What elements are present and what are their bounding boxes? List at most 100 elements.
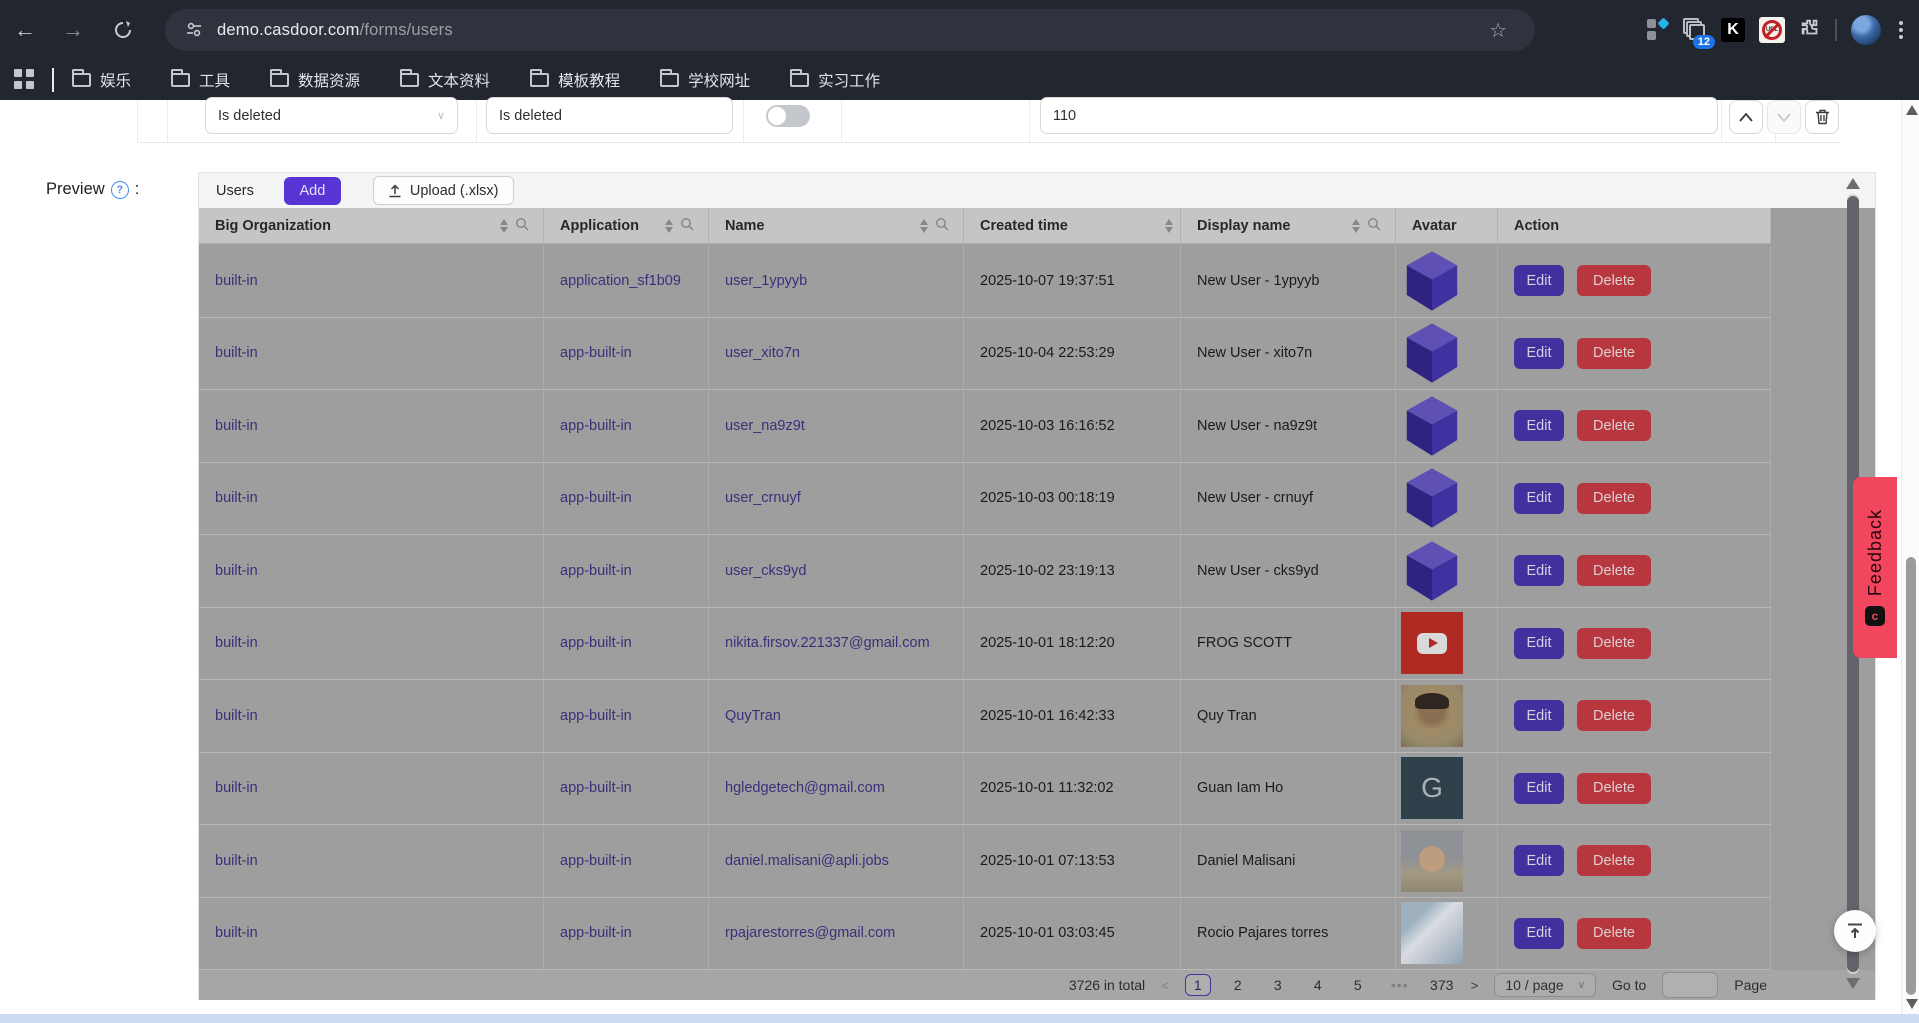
delete-button[interactable]: Delete <box>1577 265 1651 296</box>
prev-page-icon[interactable]: < <box>1161 978 1169 993</box>
edit-button[interactable]: Edit <box>1514 555 1564 586</box>
search-icon[interactable] <box>1367 217 1381 235</box>
reload-button[interactable] <box>106 13 140 47</box>
user-name-link[interactable]: user_xito7n <box>725 345 800 361</box>
sort-icon[interactable] <box>1352 219 1360 233</box>
user-name-link[interactable]: daniel.malisani@apli.jobs <box>725 853 889 869</box>
add-button[interactable]: Add <box>284 177 341 205</box>
page-size-select[interactable]: 10 / page ∨ <box>1494 973 1596 997</box>
organization-link[interactable]: built-in <box>215 490 258 506</box>
sort-icon[interactable] <box>665 219 673 233</box>
organization-link[interactable]: built-in <box>215 780 258 796</box>
page-number[interactable]: 4 <box>1305 977 1331 993</box>
profile-avatar[interactable] <box>1851 15 1881 45</box>
extensions-puzzle-icon[interactable] <box>1799 17 1821 44</box>
goto-page-input[interactable] <box>1662 972 1718 998</box>
delete-button[interactable]: Delete <box>1577 700 1651 731</box>
edit-button[interactable]: Edit <box>1514 773 1564 804</box>
bookmark-folder[interactable]: 工具 <box>171 69 230 91</box>
apps-grid-icon[interactable] <box>14 69 36 91</box>
application-link[interactable]: app-built-in <box>560 418 632 434</box>
user-name-link[interactable]: rpajarestorres@gmail.com <box>725 925 895 941</box>
page-number-active[interactable]: 1 <box>1185 974 1211 996</box>
page-scrollbar[interactable] <box>1901 100 1919 1014</box>
bookmark-star-icon[interactable]: ☆ <box>1489 18 1507 43</box>
extension-grid-icon[interactable] <box>1647 19 1669 41</box>
edit-button[interactable]: Edit <box>1514 483 1564 514</box>
column-header[interactable]: Name <box>709 208 964 243</box>
help-icon[interactable]: ? <box>111 181 129 199</box>
bookmark-folder[interactable]: 学校网址 <box>660 69 750 91</box>
table-scrollbar-down-icon[interactable] <box>1846 978 1860 989</box>
filter-toggle-off[interactable] <box>766 105 810 127</box>
organization-link[interactable]: built-in <box>215 273 258 289</box>
application-link[interactable]: app-built-in <box>560 490 632 506</box>
edit-button[interactable]: Edit <box>1514 338 1564 369</box>
is-deleted-input[interactable]: Is deleted <box>486 97 733 134</box>
organization-link[interactable]: built-in <box>215 635 258 651</box>
page-number[interactable]: 5 <box>1345 977 1371 993</box>
column-header[interactable]: Big Organization <box>199 208 544 243</box>
scrollbar-thumb[interactable] <box>1906 557 1916 995</box>
application-link[interactable]: app-built-in <box>560 925 632 941</box>
column-header[interactable]: Avatar <box>1396 208 1498 243</box>
delete-button[interactable]: Delete <box>1577 773 1651 804</box>
column-header[interactable]: Created time <box>964 208 1181 243</box>
delete-button[interactable]: Delete <box>1577 628 1651 659</box>
application-link[interactable]: app-built-in <box>560 853 632 869</box>
url-blocker-extension-icon[interactable]: URL <box>1759 17 1785 43</box>
number-input[interactable]: 110 <box>1040 97 1718 134</box>
search-icon[interactable] <box>935 217 949 235</box>
edit-button[interactable]: Edit <box>1514 918 1564 949</box>
user-name-link[interactable]: user_cks9yd <box>725 563 806 579</box>
search-icon[interactable] <box>515 217 529 235</box>
column-header[interactable]: Display name <box>1181 208 1396 243</box>
table-scrollbar-up-icon[interactable] <box>1846 178 1860 189</box>
organization-link[interactable]: built-in <box>215 853 258 869</box>
edit-button[interactable]: Edit <box>1514 628 1564 659</box>
edit-button[interactable]: Edit <box>1514 265 1564 296</box>
application-link[interactable]: application_sf1b09 <box>560 273 681 289</box>
user-name-link[interactable]: QuyTran <box>725 708 781 724</box>
k-extension-icon[interactable]: K <box>1721 18 1745 42</box>
user-name-link[interactable]: nikita.firsov.221337@gmail.com <box>725 635 930 651</box>
search-icon[interactable] <box>680 217 694 235</box>
delete-button[interactable]: Delete <box>1577 845 1651 876</box>
feedback-button[interactable]: Feedback c <box>1853 477 1897 658</box>
application-link[interactable]: app-built-in <box>560 708 632 724</box>
sort-icon[interactable] <box>500 219 508 233</box>
user-name-link[interactable]: user_na9z9t <box>725 418 805 434</box>
next-page-icon[interactable]: > <box>1471 978 1479 993</box>
is-deleted-select[interactable]: Is deleted ∨ <box>205 97 458 134</box>
tab-manager-icon[interactable]: 12 <box>1683 18 1707 42</box>
delete-button[interactable]: Delete <box>1577 483 1651 514</box>
scrollbar-down-icon[interactable] <box>1906 999 1918 1009</box>
bookmark-folder[interactable]: 模板教程 <box>530 69 620 91</box>
scrollbar-up-icon[interactable] <box>1906 105 1918 115</box>
sort-icon[interactable] <box>1165 219 1173 233</box>
edit-button[interactable]: Edit <box>1514 410 1564 441</box>
pagination-ellipsis[interactable]: ••• <box>1387 977 1413 993</box>
application-link[interactable]: app-built-in <box>560 345 632 361</box>
application-link[interactable]: app-built-in <box>560 635 632 651</box>
delete-button[interactable]: Delete <box>1577 918 1651 949</box>
tab-users[interactable]: Users <box>216 183 254 199</box>
organization-link[interactable]: built-in <box>215 345 258 361</box>
application-link[interactable]: app-built-in <box>560 563 632 579</box>
bookmark-folder[interactable]: 文本资料 <box>400 69 490 91</box>
organization-link[interactable]: built-in <box>215 925 258 941</box>
upload-button[interactable]: Upload (.xlsx) <box>373 176 514 205</box>
page-number[interactable]: 3 <box>1265 977 1291 993</box>
url-bar[interactable]: demo.casdoor.com/forms/users ☆ <box>165 9 1535 51</box>
application-link[interactable]: app-built-in <box>560 780 632 796</box>
move-up-button[interactable] <box>1729 100 1763 134</box>
column-header[interactable]: Action <box>1498 208 1771 243</box>
delete-row-button[interactable] <box>1805 100 1839 134</box>
delete-button[interactable]: Delete <box>1577 338 1651 369</box>
user-name-link[interactable]: user_1ypyyb <box>725 273 807 289</box>
edit-button[interactable]: Edit <box>1514 845 1564 876</box>
chrome-menu-icon[interactable] <box>1895 17 1907 43</box>
bookmark-folder[interactable]: 娱乐 <box>72 69 131 91</box>
delete-button[interactable]: Delete <box>1577 555 1651 586</box>
column-header[interactable]: Application <box>544 208 709 243</box>
